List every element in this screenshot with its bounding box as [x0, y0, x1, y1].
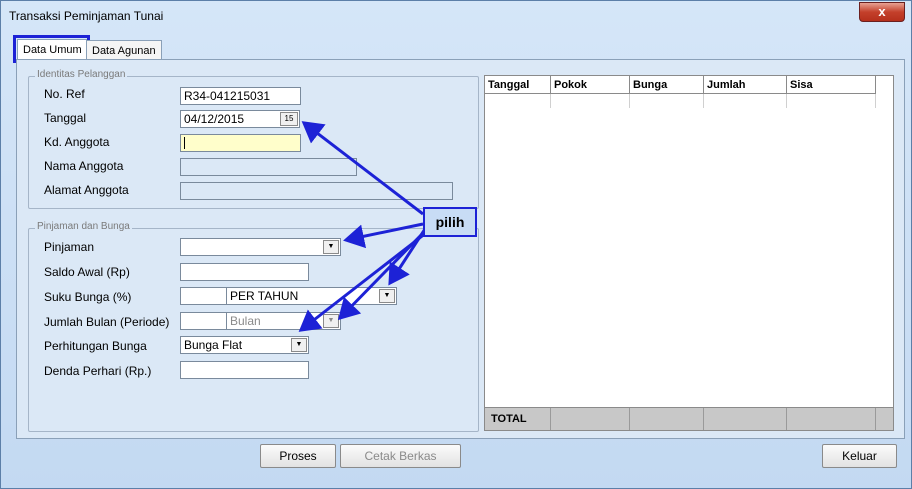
pilih-callout: pilih: [423, 207, 477, 237]
annotation-arrows: [298, 121, 427, 332]
arrow-to-pinjaman: [343, 222, 424, 249]
arrow-to-tanggal: [301, 121, 424, 216]
arrow-to-perhitungan-bunga: [298, 231, 427, 332]
